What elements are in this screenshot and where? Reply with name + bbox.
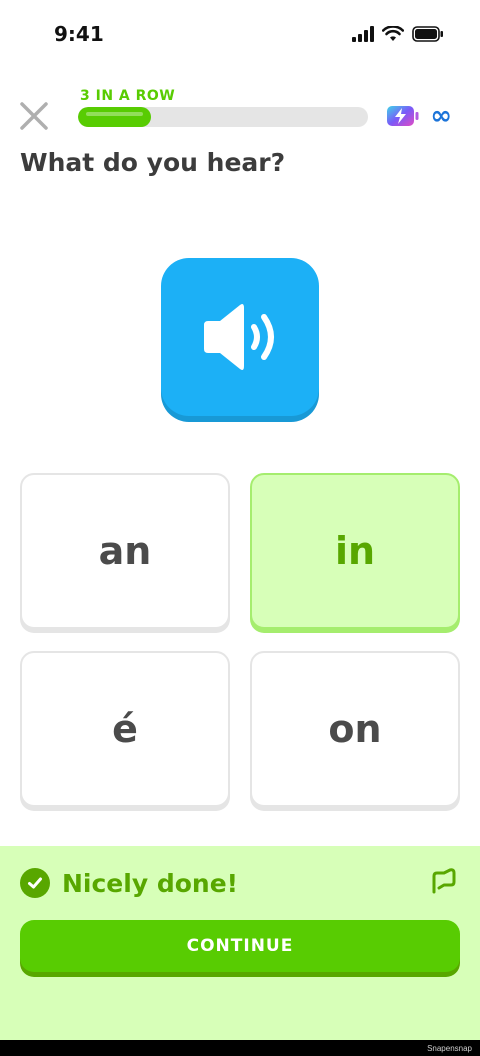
- feedback-title: Nicely done!: [62, 868, 239, 898]
- choice-tile-in[interactable]: in: [250, 473, 460, 629]
- question-title: What do you hear?: [20, 148, 286, 177]
- close-button[interactable]: [16, 98, 52, 134]
- bottom-strip: [0, 1040, 480, 1056]
- status-bar: 9:41: [0, 0, 480, 72]
- feedback-panel: Nicely done! CONTINUE: [0, 846, 480, 1040]
- watermark: Snapensnap: [427, 1044, 472, 1053]
- status-time: 9:41: [54, 22, 104, 46]
- battery-icon: [412, 26, 443, 42]
- energy-indicator[interactable]: ∞: [386, 103, 452, 129]
- choice-tile-an[interactable]: an: [20, 473, 230, 629]
- check-circle-icon: [20, 868, 50, 898]
- close-icon: [20, 102, 48, 130]
- streak-label: 3 IN A ROW: [80, 88, 176, 104]
- energy-battery-icon: [387, 106, 419, 126]
- lesson-screen: 9:41 3 IN A ROW ∞ What do you hear? an i…: [0, 0, 480, 1056]
- speaker-icon: [204, 304, 274, 370]
- signal-icon: [352, 26, 374, 42]
- wifi-icon: [382, 26, 404, 41]
- play-audio-button[interactable]: [161, 258, 319, 416]
- continue-button[interactable]: CONTINUE: [20, 920, 460, 972]
- lesson-progress-fill: [78, 107, 151, 127]
- status-icons: [352, 26, 444, 42]
- flag-icon: [432, 868, 456, 894]
- choice-tile-e-acute[interactable]: é: [20, 651, 230, 807]
- energy-infinity-value: ∞: [430, 101, 452, 131]
- report-button[interactable]: [430, 866, 460, 896]
- feedback-title-row: Nicely done!: [20, 868, 238, 898]
- choice-tile-on[interactable]: on: [250, 651, 460, 807]
- lesson-progress-bar: [78, 107, 368, 127]
